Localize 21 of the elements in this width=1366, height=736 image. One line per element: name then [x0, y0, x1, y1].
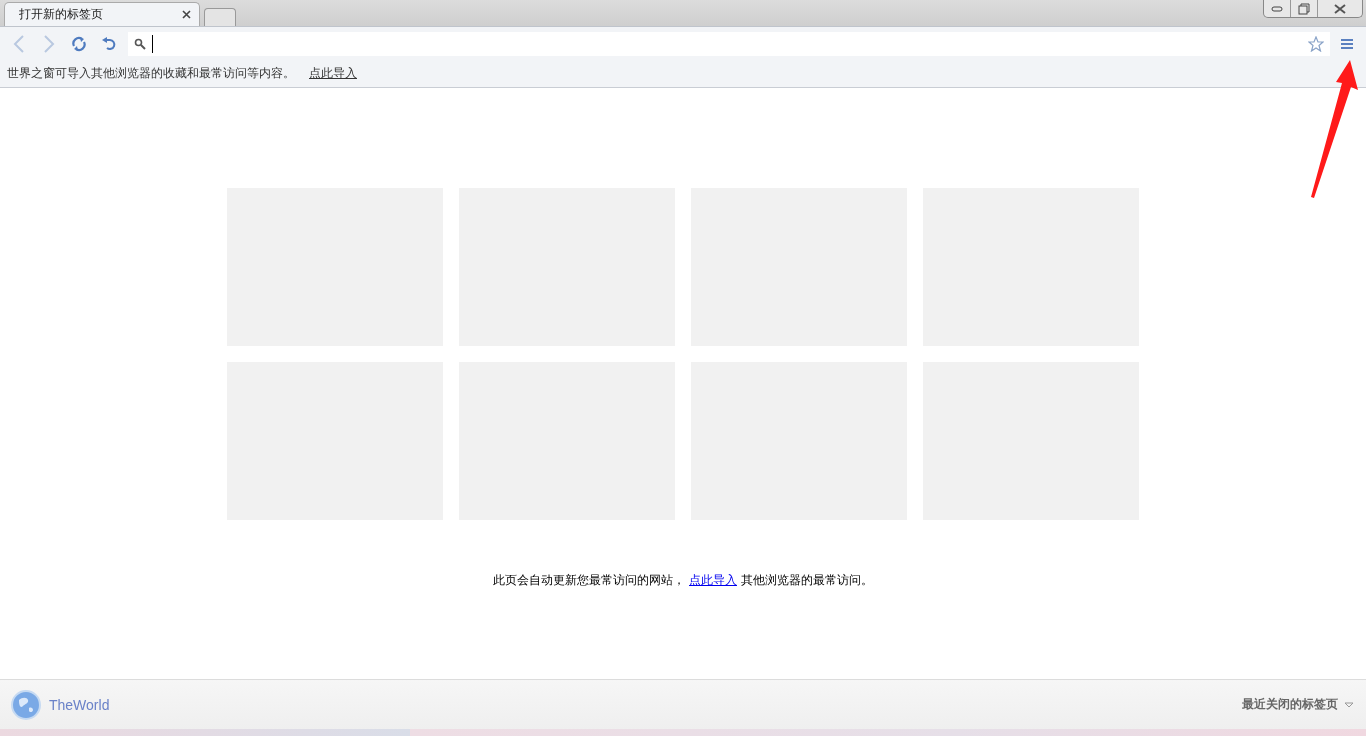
info-text: 世界之窗可导入其他浏览器的收藏和最常访问等内容。 [7, 66, 295, 81]
forward-icon[interactable] [43, 34, 55, 53]
close-icon[interactable] [1334, 3, 1346, 14]
browser-tab[interactable]: 打开新的标签页 [4, 2, 200, 26]
globe-icon [11, 689, 41, 720]
restore-icon[interactable] [1298, 2, 1310, 15]
minimize-icon[interactable] [1271, 5, 1283, 12]
star-icon[interactable] [1308, 35, 1324, 52]
import-link[interactable]: 点此导入 [309, 66, 357, 81]
search-icon [134, 37, 146, 50]
address-field[interactable] [128, 31, 1330, 56]
back-icon[interactable] [13, 34, 25, 53]
notice-text: 此页会自动更新您最常访问的网站， 点此导入 其他浏览器的最常访问。 [493, 572, 873, 589]
dropdown-icon[interactable] [1344, 701, 1354, 708]
new-tab-button[interactable] [204, 8, 236, 26]
close-icon[interactable] [182, 10, 191, 19]
import-link[interactable]: 点此导入 [689, 573, 737, 587]
recent-tabs-menu[interactable]: 最近关闭的标签页 [1242, 696, 1354, 713]
refresh-icon[interactable] [71, 35, 87, 52]
undo-icon[interactable] [101, 35, 117, 52]
menu-icon[interactable] [1341, 37, 1353, 50]
